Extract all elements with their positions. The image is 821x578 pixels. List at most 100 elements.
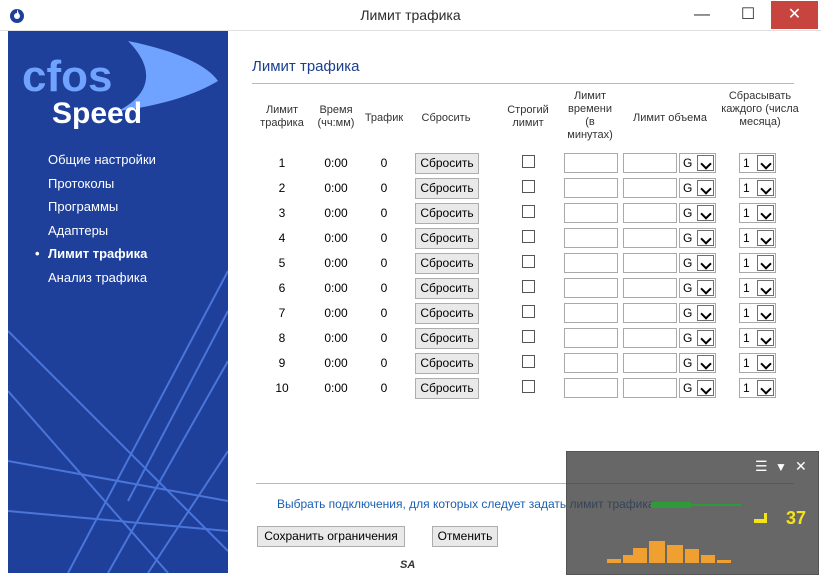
strict-limit-checkbox[interactable] [522, 180, 535, 193]
volume-unit-select[interactable]: G [679, 328, 716, 348]
maximize-button[interactable]: ☐ [725, 1, 771, 29]
time-limit-input[interactable] [564, 178, 618, 198]
chevron-down-icon [697, 305, 714, 321]
volume-unit-select[interactable]: G [679, 253, 716, 273]
day-value: 1 [743, 231, 750, 245]
row-time: 0:00 [324, 331, 348, 345]
reset-button[interactable]: Сбросить [415, 228, 479, 249]
minimize-button[interactable]: — [679, 1, 725, 29]
volume-unit-select[interactable]: G [679, 303, 716, 323]
time-limit-input[interactable] [564, 328, 618, 348]
row-time: 0:00 [324, 156, 348, 170]
strict-limit-checkbox[interactable] [522, 155, 535, 168]
traffic-graph [607, 502, 741, 563]
volume-limit-input[interactable] [623, 153, 677, 173]
strict-limit-checkbox[interactable] [522, 280, 535, 293]
reset-button[interactable]: Сбросить [415, 328, 479, 349]
row-number: 4 [278, 231, 286, 245]
sidebar-item-adapters[interactable]: Адаптеры [48, 222, 156, 246]
reset-button[interactable]: Сбросить [415, 303, 479, 324]
reset-day-select[interactable]: 1 [739, 328, 776, 348]
volume-limit-input[interactable] [623, 228, 677, 248]
volume-limit-input[interactable] [623, 278, 677, 298]
reset-day-select[interactable]: 1 [739, 153, 776, 173]
chevron-down-icon [697, 355, 714, 371]
unit-value: G [683, 381, 693, 395]
speed-value: 37 [786, 508, 807, 528]
volume-limit-input[interactable] [623, 353, 677, 373]
volume-unit-select[interactable]: G [679, 278, 716, 298]
header-time-limit: Лимит времени (в минутах) [567, 90, 613, 141]
strict-limit-checkbox[interactable] [522, 380, 535, 393]
volume-unit-select[interactable]: G [679, 353, 716, 373]
reset-button[interactable]: Сбросить [415, 353, 479, 374]
time-limit-input[interactable] [564, 353, 618, 373]
reset-day-select[interactable]: 1 [739, 178, 776, 198]
row-traffic: 0 [380, 356, 388, 370]
reset-day-select[interactable]: 1 [739, 303, 776, 323]
volume-unit-select[interactable]: G [679, 153, 716, 173]
sidebar-item-traffic-analysis[interactable]: Анализ трафика [48, 269, 156, 293]
volume-limit-input[interactable] [623, 378, 677, 398]
reset-day-select[interactable]: 1 [739, 253, 776, 273]
collapse-icon[interactable]: ▼ [775, 460, 787, 474]
reset-button[interactable]: Сбросить [415, 378, 479, 399]
reset-button[interactable]: Сбросить [415, 153, 479, 174]
strict-limit-checkbox[interactable] [522, 305, 535, 318]
reset-button[interactable]: Сбросить [415, 253, 479, 274]
menu-icon[interactable]: ☰ [755, 458, 768, 475]
reset-day-select[interactable]: 1 [739, 203, 776, 223]
volume-limit-input[interactable] [623, 328, 677, 348]
volume-unit-select[interactable]: G [679, 203, 716, 223]
sidebar-item-general[interactable]: Общие настройки [48, 151, 156, 175]
row-number: 3 [278, 206, 286, 220]
time-limit-input[interactable] [564, 228, 618, 248]
unit-value: G [683, 181, 693, 195]
close-button[interactable]: ✕ [771, 1, 818, 29]
strict-limit-checkbox[interactable] [522, 255, 535, 268]
strict-limit-checkbox[interactable] [522, 330, 535, 343]
chevron-down-icon [757, 305, 774, 321]
row-time: 0:00 [324, 306, 348, 320]
volume-limit-input[interactable] [623, 253, 677, 273]
row-time: 0:00 [324, 181, 348, 195]
volume-unit-select[interactable]: G [679, 228, 716, 248]
chevron-down-icon [757, 255, 774, 271]
sidebar-item-protocols[interactable]: Протоколы [48, 175, 156, 199]
strict-limit-checkbox[interactable] [522, 205, 535, 218]
time-limit-input[interactable] [564, 278, 618, 298]
reset-day-select[interactable]: 1 [739, 278, 776, 298]
volume-unit-select[interactable]: G [679, 378, 716, 398]
strict-limit-checkbox[interactable] [522, 230, 535, 243]
speed-monitor-widget[interactable]: ☰ ▼ ✕ 37 [566, 451, 819, 575]
cancel-button[interactable]: Отменить [432, 526, 498, 547]
save-limits-button[interactable]: Сохранить ограничения [257, 526, 405, 547]
row-traffic: 0 [380, 381, 388, 395]
row-number: 5 [278, 256, 286, 270]
time-limit-input[interactable] [564, 153, 618, 173]
reset-day-select[interactable]: 1 [739, 228, 776, 248]
cfos-speed-logo: cfos Speed [22, 41, 218, 130]
unit-value: G [683, 206, 693, 220]
reset-button[interactable]: Сбросить [415, 203, 479, 224]
widget-close-icon[interactable]: ✕ [795, 458, 807, 475]
reset-day-select[interactable]: 1 [739, 353, 776, 373]
time-limit-input[interactable] [564, 303, 618, 323]
reset-button[interactable]: Сбросить [415, 278, 479, 299]
sidebar-item-traffic-limit[interactable]: Лимит трафика [35, 245, 156, 269]
time-limit-input[interactable] [564, 253, 618, 273]
row-traffic: 0 [380, 231, 388, 245]
reset-day-select[interactable]: 1 [739, 378, 776, 398]
row-traffic: 0 [380, 331, 388, 345]
strict-limit-checkbox[interactable] [522, 355, 535, 368]
reset-button[interactable]: Сбросить [415, 178, 479, 199]
chevron-down-icon [697, 205, 714, 221]
time-limit-input[interactable] [564, 378, 618, 398]
volume-limit-input[interactable] [623, 203, 677, 223]
volume-unit-select[interactable]: G [679, 178, 716, 198]
time-limit-input[interactable] [564, 203, 618, 223]
volume-limit-input[interactable] [623, 303, 677, 323]
unit-value: G [683, 331, 693, 345]
sidebar-item-programs[interactable]: Программы [48, 198, 156, 222]
volume-limit-input[interactable] [623, 178, 677, 198]
